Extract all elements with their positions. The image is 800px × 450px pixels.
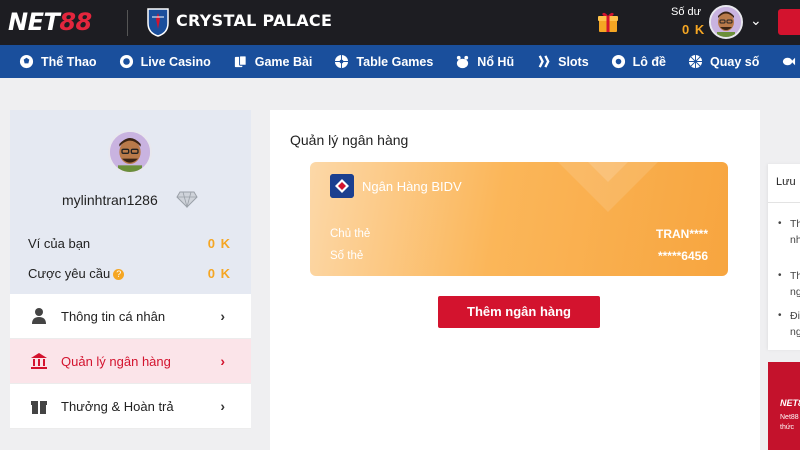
top-header: NET88 CRYSTAL PALACE Số dư 0 K ⌄ <box>0 0 800 45</box>
profile-card: mylinhtran1286 Ví của bạn 0 K Cược yêu c… <box>10 110 251 294</box>
poker-chip-icon <box>119 54 133 69</box>
nav-item-live-casino[interactable]: Live Casino <box>119 54 211 69</box>
account-menu: Thông tin cá nhân › Quản lý ngân hàng › … <box>10 294 251 429</box>
nav-item-slots[interactable]: Slots <box>536 54 589 69</box>
account-chevron-down-icon[interactable]: ⌄ <box>750 12 762 29</box>
logo-text-88: 88 <box>59 8 92 36</box>
bet-requirement-text: Cược yêu cầu <box>28 266 111 281</box>
cards-icon <box>234 55 247 68</box>
user-avatar[interactable] <box>709 5 743 39</box>
bank-management-panel: Quản lý ngân hàng Ngân Hàng BIDV Chủ thẻ… <box>270 110 760 450</box>
note-text: Th <box>790 270 800 282</box>
notes-title: Lưu <box>776 176 796 188</box>
nav-item-lo-de[interactable]: Lô đề <box>611 54 666 69</box>
chevron-right-icon: › <box>220 353 225 369</box>
vip-diamond-icon <box>176 191 198 208</box>
page-title: Quản lý ngân hàng <box>290 132 409 148</box>
chevron-right-icon: › <box>220 398 225 414</box>
nav-label: Table Games <box>356 54 434 69</box>
pot-icon <box>457 55 469 69</box>
net88-logo[interactable]: NET88 <box>8 8 92 36</box>
notes-divider <box>768 202 800 203</box>
main-nav: Thể Thao Live Casino Game Bài Table Game… <box>0 45 800 78</box>
promo-banner[interactable]: NET88 Net88 thức <box>768 362 800 450</box>
gift-icon <box>31 401 47 414</box>
nav-item-ban-ca[interactable]: Bắ <box>781 54 800 69</box>
partner-name: CRYSTAL PALACE <box>176 11 333 30</box>
gift-box-icon[interactable] <box>596 10 620 34</box>
chevron-right-icon: › <box>220 308 225 324</box>
menu-item-label: Thưởng & Hoàn trả <box>61 398 174 414</box>
nav-label: Live Casino <box>140 54 211 69</box>
bank-card[interactable]: Ngân Hàng BIDV Chủ thẻ TRAN**** Số thẻ *… <box>310 162 728 276</box>
header-divider <box>127 10 128 36</box>
nav-label: Lô đề <box>632 54 667 69</box>
username: mylinhtran1286 <box>62 192 158 208</box>
banner-text: thức <box>780 424 795 431</box>
menu-item-label: Thông tin cá nhân <box>61 308 166 324</box>
user-icon <box>32 308 46 324</box>
nav-item-sports[interactable]: Thể Thao <box>19 54 97 69</box>
nav-item-game-bai[interactable]: Game Bài <box>233 54 313 69</box>
balance-value: 0 K <box>682 22 706 37</box>
menu-item-personal-info[interactable]: Thông tin cá nhân › <box>10 294 251 339</box>
avatar-face-icon <box>711 7 741 37</box>
banner-brand: NET88 <box>780 398 800 408</box>
deposit-button[interactable] <box>778 9 800 35</box>
menu-item-label: Quản lý ngân hàng <box>61 353 171 369</box>
wallet-label: Ví của bạn <box>28 236 91 251</box>
profile-avatar[interactable] <box>108 130 152 174</box>
nav-label: Nổ Hũ <box>477 54 515 69</box>
nav-item-quay-so[interactable]: Quay số <box>688 54 759 69</box>
nav-item-no-hu[interactable]: Nổ Hũ <box>455 54 514 69</box>
lottery-ball-icon <box>611 54 625 69</box>
bank-name: Ngân Hàng BIDV <box>362 179 462 194</box>
logo-text-net: NET <box>8 8 60 36</box>
card-number-value: *****6456 <box>657 249 708 263</box>
slot-machine-icon <box>538 55 550 68</box>
nav-label: Slots <box>558 54 589 69</box>
note-text: Đi <box>790 310 800 322</box>
add-bank-button[interactable]: Thêm ngân hàng <box>438 296 600 328</box>
banner-text: Net88 <box>780 414 799 421</box>
note-text: nh <box>790 234 800 246</box>
menu-item-bank-management[interactable]: Quản lý ngân hàng › <box>10 339 251 384</box>
nav-label: Quay số <box>710 54 760 69</box>
card-holder-label: Chủ thẻ <box>330 228 371 240</box>
soccer-ball-icon <box>19 54 34 69</box>
wallet-value: 0 K <box>207 236 231 251</box>
note-text: ng <box>790 286 800 298</box>
bullet: • <box>778 270 782 281</box>
bullet: • <box>778 218 782 229</box>
avatar-face-icon <box>110 132 150 172</box>
note-text: ng <box>790 326 800 338</box>
bullet: • <box>778 310 782 321</box>
nav-label: Thể Thao <box>41 54 97 69</box>
roulette-icon <box>335 54 349 69</box>
card-holder-value: TRAN**** <box>655 227 708 241</box>
card-decoration <box>558 162 658 212</box>
bet-requirement-value: 0 K <box>207 266 231 281</box>
notes-panel: Lưu • Th nh • Th ng • Đi ng <box>768 164 800 350</box>
help-icon[interactable]: ? <box>113 269 125 281</box>
note-text: Th <box>790 218 800 230</box>
card-number-label: Số thẻ <box>330 250 364 262</box>
balance-label: Số dư <box>671 6 701 18</box>
bet-requirement-label: Cược yêu cầu? <box>28 266 125 281</box>
menu-item-rewards[interactable]: Thưởng & Hoàn trả › <box>10 384 251 429</box>
wheel-icon <box>688 54 703 69</box>
bidv-logo-icon <box>330 174 354 198</box>
nav-item-table-games[interactable]: Table Games <box>334 54 433 69</box>
bank-icon <box>31 353 47 369</box>
crystal-palace-crest-icon <box>147 8 169 37</box>
nav-label: Game Bài <box>254 54 313 69</box>
fish-icon <box>783 57 796 66</box>
